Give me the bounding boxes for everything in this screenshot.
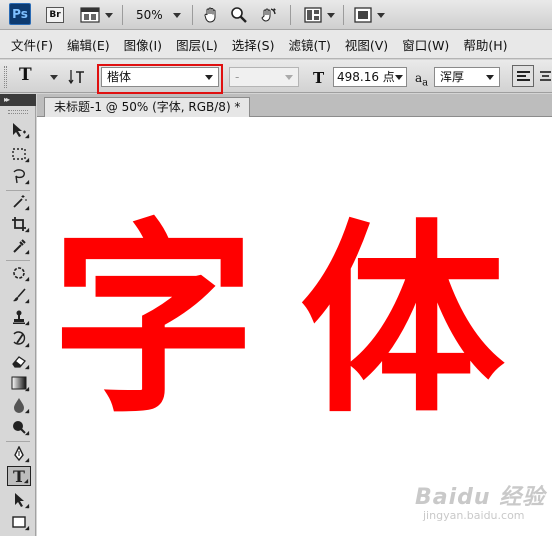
dodge-tool-icon[interactable] <box>7 417 31 437</box>
zoom-level-select[interactable]: 50% <box>136 5 181 25</box>
eyedropper-tool-icon[interactable] <box>7 236 31 256</box>
menu-file[interactable]: 文件(F) <box>4 35 60 54</box>
font-style-value: - <box>235 70 240 84</box>
tool-preset-icon[interactable]: T <box>19 65 32 85</box>
appbar-divider <box>122 5 123 25</box>
document-tab-strip: 未标题-1 @ 50% (字体, RGB/8) * <box>37 94 552 117</box>
brush-tool-icon[interactable] <box>7 285 31 305</box>
menu-filter[interactable]: 滤镜(T) <box>281 35 337 54</box>
history-brush-tool-icon[interactable] <box>7 329 31 349</box>
font-size-field[interactable]: 498.16 点 <box>333 67 407 87</box>
font-size-value: 498.16 点 <box>337 70 395 84</box>
clone-stamp-tool-icon[interactable] <box>7 307 31 327</box>
crop-tool-icon[interactable] <box>7 214 31 234</box>
chevron-down-icon <box>395 75 403 80</box>
rectangle-tool-icon[interactable] <box>7 512 31 532</box>
screen-mode-icon <box>354 7 372 23</box>
toolbox: T <box>0 106 36 536</box>
zoom-icon <box>231 7 247 23</box>
document-canvas[interactable]: 字 体 Baidu 经验 jingyan.baidu.com <box>37 117 552 536</box>
rotate-view-button[interactable] <box>258 5 278 25</box>
font-size-icon: T <box>313 69 325 87</box>
appbar-divider <box>192 5 193 25</box>
lasso-tool-icon[interactable] <box>7 166 31 186</box>
rotate-icon <box>261 8 276 22</box>
menu-bar: 文件(F) 编辑(E) 图像(I) 图层(L) 选择(S) 滤镜(T) 视图(V… <box>0 30 552 59</box>
menu-view[interactable]: 视图(V) <box>338 35 395 54</box>
chevron-down-icon <box>377 12 385 18</box>
chevron-down-icon <box>105 12 113 18</box>
eraser-tool-icon[interactable] <box>7 351 31 371</box>
gradient-tool-icon[interactable] <box>7 373 31 393</box>
healing-brush-tool-icon[interactable] <box>7 263 31 283</box>
zoom-level-value: 50% <box>136 8 163 22</box>
font-style-select[interactable]: - <box>229 67 299 87</box>
document-tab[interactable]: 未标题-1 @ 50% (字体, RGB/8) * <box>44 97 251 117</box>
appbar-divider <box>343 5 344 25</box>
menu-image[interactable]: 图像(I) <box>117 35 169 54</box>
zoom-tool-button[interactable] <box>230 5 248 25</box>
anti-alias-select[interactable]: 浑厚 <box>434 67 500 87</box>
menu-edit[interactable]: 编辑(E) <box>60 35 117 54</box>
chevron-down-icon <box>172 12 181 18</box>
menu-help[interactable]: 帮助(H) <box>456 35 514 54</box>
chevron-down-icon[interactable] <box>50 75 58 80</box>
options-bar-grip[interactable] <box>4 66 7 88</box>
toolbox-divider <box>6 260 30 261</box>
collapse-icon: ▸▸ <box>4 95 10 104</box>
align-center-button[interactable] <box>538 65 552 87</box>
screen-mode-button[interactable] <box>354 5 385 25</box>
menu-window[interactable]: 窗口(W) <box>395 35 456 54</box>
blur-tool-icon[interactable] <box>7 395 31 415</box>
toolbox-divider <box>6 441 30 442</box>
bridge-icon: Br <box>46 7 64 23</box>
film-strip-icon <box>80 7 100 23</box>
photoshop-window: Ps Br 50% 文件(F) 编辑(E) 图像(I) 图层(L) 选择(S) … <box>0 0 552 536</box>
toolbox-divider <box>6 190 30 191</box>
bridge-button[interactable]: Br <box>46 5 64 25</box>
toolbox-grip[interactable] <box>8 110 28 114</box>
magic-wand-tool-icon[interactable] <box>7 192 31 212</box>
application-bar: Ps Br 50% <box>0 0 552 30</box>
chevron-down-icon <box>327 12 335 18</box>
marquee-tool-icon[interactable] <box>7 144 31 164</box>
chevron-down-icon <box>486 75 494 80</box>
menu-layer[interactable]: 图层(L) <box>169 35 225 54</box>
chevron-down-icon <box>285 75 293 80</box>
move-tool-icon[interactable] <box>7 120 31 140</box>
appbar-divider <box>290 5 291 25</box>
path-selection-tool-icon[interactable] <box>7 490 31 510</box>
watermark-url: jingyan.baidu.com <box>423 509 525 522</box>
font-family-highlight <box>97 64 223 94</box>
type-tool-icon[interactable]: T <box>7 466 31 486</box>
hand-icon <box>204 7 216 23</box>
text-layer-char-zi: 字 <box>51 201 256 441</box>
anti-alias-value: 浑厚 <box>440 70 465 84</box>
watermark-logo: Baidu 经验 <box>415 485 546 510</box>
align-left-button[interactable] <box>512 65 534 87</box>
pen-tool-icon[interactable] <box>7 444 31 464</box>
text-orientation-icon[interactable] <box>68 68 86 86</box>
menu-select[interactable]: 选择(S) <box>225 35 282 54</box>
photoshop-logo[interactable]: Ps <box>9 3 31 25</box>
anti-alias-icon: aa <box>415 71 429 89</box>
text-layer-char-ti: 体 <box>300 201 505 441</box>
arrange-documents-button[interactable] <box>304 5 335 25</box>
arrange-icon <box>304 7 322 23</box>
toolbox-header[interactable]: ▸▸ <box>0 94 36 106</box>
view-extras-button[interactable] <box>80 5 113 25</box>
hand-tool-button[interactable] <box>202 5 220 25</box>
